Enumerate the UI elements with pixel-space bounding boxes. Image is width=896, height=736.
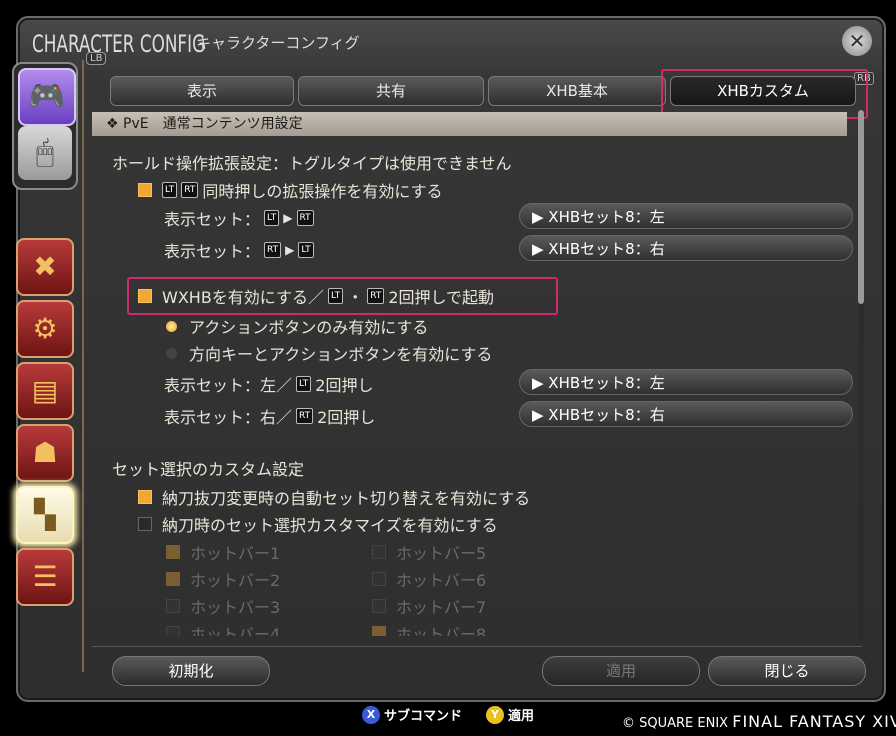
hold-enable-label: 同時押しの拡張操作を有効にする — [202, 182, 443, 201]
close-icon[interactable]: ✕ — [842, 26, 872, 56]
hotbar-item: ホットバー7 — [372, 594, 486, 618]
wxhb-set-dropdown-1[interactable]: ▶ XHBセット8：左 — [519, 369, 853, 395]
rt-key-icon: RT — [264, 242, 282, 258]
hold-set-dropdown-1[interactable]: ▶ XHBセット8：左 — [519, 203, 853, 229]
tab-display[interactable]: 表示 — [110, 76, 294, 106]
hotbar-checkbox — [372, 626, 386, 636]
hotbar-checkbox — [372, 599, 386, 613]
sidebar-rail — [82, 60, 84, 672]
y-button-icon: Y — [486, 705, 504, 724]
wxhb-set-suffix-2: 2回押し — [317, 408, 376, 427]
gamepad-icon[interactable]: 🎮 — [18, 68, 76, 126]
lt-key-icon: LT — [296, 376, 312, 392]
hold-set-row-1: 表示セット： LT ▶ RT — [164, 206, 314, 230]
arrow-right-icon: ▶ — [285, 243, 295, 257]
hotbar-label: ホットバー6 — [396, 571, 487, 590]
wxhb-set-label-1: 表示セット：左／ — [164, 376, 293, 395]
hotbar-item: ホットバー4 — [166, 621, 280, 636]
setsel-heading-text: セット選択のカスタム設定 — [112, 460, 305, 479]
hold-set-dropdown-2[interactable]: ▶ XHBセット8：右 — [519, 235, 853, 261]
apply-button[interactable]: 適用 — [542, 656, 700, 686]
tab-shared[interactable]: 共有 — [298, 76, 484, 106]
lt-key-icon: LT — [298, 242, 314, 258]
sidebar-character-icon[interactable]: ☗ — [16, 424, 74, 482]
close-button[interactable]: 閉じる — [708, 656, 866, 686]
hotbar-checkbox — [372, 572, 386, 586]
hotbar-checkbox — [166, 572, 180, 586]
hotbar-item: ホットバー3 — [166, 594, 280, 618]
sidebar-hotbar-icon[interactable]: ▚ — [16, 486, 74, 544]
radio-unselected-icon[interactable] — [166, 347, 177, 359]
setsel-auto-row[interactable]: 納刀抜刀変更時の自動セット切り替えを有効にする — [138, 485, 530, 509]
wxhb-set-dropdown-2[interactable]: ▶ XHBセット8：右 — [519, 401, 853, 427]
hotbar-label: ホットバー2 — [190, 571, 281, 590]
tab-xhb-basic[interactable]: XHB基本 — [488, 76, 666, 106]
wxhb-radio-1[interactable]: アクションボタンのみ有効にする — [166, 314, 428, 338]
sidebar-general-icon[interactable]: ✖ — [16, 238, 74, 296]
sidebar-card-icon[interactable]: ▤ — [16, 362, 74, 420]
hold-heading: ホールド操作拡張設定：トグルタイプは使用できません — [112, 150, 512, 174]
wxhb-set-label-2: 表示セット：右／ — [164, 408, 293, 427]
hotbar-checkbox — [166, 545, 180, 559]
wxhb-set-row-2: 表示セット：右／ RT 2回押し — [164, 404, 375, 428]
scrollbar[interactable] — [858, 110, 864, 640]
mouse-icon[interactable]: 🖱 — [18, 126, 72, 180]
hold-set-label-1: 表示セット： — [164, 210, 261, 229]
hold-set-label-2: 表示セット： — [164, 242, 261, 261]
wxhb-radio-2[interactable]: 方向キーとアクションボタンを有効にする — [166, 341, 492, 365]
rt-key-icon: RT — [181, 182, 199, 198]
hotbar-label: ホットバー5 — [396, 544, 487, 563]
setsel-custom-checkbox[interactable] — [138, 517, 152, 531]
wxhb-highlight-box — [127, 277, 558, 315]
wxhb-set-suffix-1: 2回押し — [315, 376, 374, 395]
hold-enable-row[interactable]: LT RT 同時押しの拡張操作を有効にする — [138, 178, 443, 202]
x-button-icon: X — [362, 705, 380, 724]
setsel-auto-checkbox[interactable] — [138, 490, 152, 504]
hotbar-grid: ホットバー1 ホットバー2 ホットバー3 ホットバー4 ホットバー5 ホットバー… — [92, 530, 852, 636]
lt-key-icon: LT — [264, 210, 280, 226]
copyright-text: © SQUARE ENIX — [622, 716, 729, 731]
section-header: ❖ PvE 通常コンテンツ用設定 — [92, 112, 847, 136]
hotbar-label: ホットバー1 — [190, 544, 281, 563]
ffxiv-logo: FINAL FANTASY XIV — [732, 712, 896, 731]
hotbar-checkbox — [166, 626, 180, 636]
footer-apply: Y 適用 — [486, 705, 534, 724]
arrow-right-icon: ▶ — [283, 211, 293, 225]
apply-hint-label: 適用 — [508, 709, 535, 724]
subcommand-label: サブコマンド — [384, 709, 463, 724]
scrollbar-thumb[interactable] — [858, 110, 864, 304]
hotbar-checkbox — [166, 599, 180, 613]
hotbar-item: ホットバー2 — [166, 567, 280, 591]
copyright: © SQUARE ENIX FINAL FANTASY XIV — [622, 712, 896, 731]
hotbar-label: ホットバー3 — [190, 598, 281, 617]
reset-button[interactable]: 初期化 — [112, 656, 270, 686]
setsel-heading: セット選択のカスタム設定 — [112, 456, 304, 480]
rt-key-icon: RT — [296, 210, 314, 226]
hotbar-label: ホットバー7 — [396, 598, 487, 617]
lb-bumper: LB — [86, 52, 107, 65]
footer-subcommand: X サブコマンド — [362, 705, 462, 724]
wxhb-radio-1-label: アクションボタンのみ有効にする — [189, 318, 429, 337]
hotbar-checkbox — [372, 545, 386, 559]
hold-enable-checkbox[interactable] — [138, 183, 152, 197]
hotbar-label: ホットバー8 — [396, 625, 487, 636]
setsel-auto-label: 納刀抜刀変更時の自動セット切り替えを有効にする — [162, 489, 531, 508]
wxhb-radio-2-label: 方向キーとアクションボタンを有効にする — [189, 345, 493, 364]
window-title: CHARACTER CONFIG — [32, 30, 206, 58]
hotbar-item: ホットバー1 — [166, 540, 280, 564]
hold-set-row-2: 表示セット： RT ▶ LT — [164, 238, 314, 262]
hotbar-item: ホットバー6 — [372, 567, 486, 591]
radio-selected-icon[interactable] — [166, 320, 177, 332]
sidebar-items-icon[interactable]: ⚙ — [16, 300, 74, 358]
sidebar-chat-icon[interactable]: ☰ — [16, 548, 74, 606]
input-mode-switch: 🎮 🖱 — [12, 62, 78, 190]
wxhb-set-row-1: 表示セット：左／ LT 2回押し — [164, 372, 373, 396]
rt-key-icon: RT — [296, 408, 314, 424]
hotbar-label: ホットバー4 — [190, 625, 281, 636]
hotbar-item: ホットバー8 — [372, 621, 486, 636]
window-subtitle: キャラクターコンフィグ — [196, 34, 360, 52]
lt-key-icon: LT — [162, 182, 178, 198]
hold-heading-text: ホールド操作拡張設定：トグルタイプは使用できません — [112, 154, 512, 173]
hotbar-item: ホットバー5 — [372, 540, 486, 564]
